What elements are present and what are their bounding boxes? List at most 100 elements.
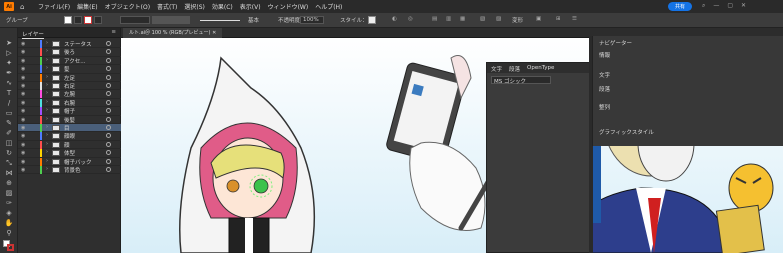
expand-chevron-icon[interactable]: › [46,82,48,88]
menu-window[interactable]: ウィンドウ(W) [268,2,309,11]
globe-icon[interactable]: ◎ [408,16,413,22]
document-tab[interactable]: ルト.ai＠ 100 % (RGB/プレビュー) ✕ [123,28,223,38]
target-circle-icon[interactable] [106,133,111,139]
stroke-swatch[interactable] [84,16,92,24]
layer-row[interactable]: ◉ › 顔眼 [18,132,121,141]
rectangle-tool-icon[interactable]: ▭ [4,110,14,117]
target-circle-icon[interactable] [106,150,111,156]
expand-chevron-icon[interactable]: › [46,116,48,122]
variable-width-field[interactable] [152,16,190,24]
visibility-eye-icon[interactable]: ◉ [21,58,25,64]
layer-row[interactable]: ◉ › 右腕 [18,98,121,108]
visibility-eye-icon[interactable]: ◉ [21,167,25,173]
expand-chevron-icon[interactable]: › [46,40,48,46]
tab-paragraph[interactable]: 段落 [509,65,520,73]
menu-edit[interactable]: 編集(E) [77,2,97,11]
panel-navigator[interactable]: ナビゲーター [599,39,632,47]
expand-chevron-icon[interactable]: › [46,132,48,138]
zoom-tool-icon[interactable]: ⚲ [4,230,14,237]
target-circle-icon[interactable] [106,167,111,172]
menu-effect[interactable]: 効果(C) [212,2,233,11]
eraser-tool-icon[interactable]: ◫ [4,140,14,147]
style-swatch[interactable] [368,16,376,24]
home-icon[interactable]: ⌂ [20,3,30,11]
target-circle-icon[interactable] [106,74,111,80]
layer-row[interactable]: ◉ › 帽子 [18,107,121,116]
layer-row[interactable]: ◉ › 髪 [18,65,121,74]
visibility-eye-icon[interactable]: ◉ [21,91,25,97]
menu-select[interactable]: 選択(S) [184,2,205,11]
expand-chevron-icon[interactable]: › [46,107,48,113]
grid-icon[interactable]: ⊞ [556,16,561,22]
target-circle-icon[interactable] [106,49,111,55]
visibility-eye-icon[interactable]: ◉ [21,49,25,55]
visibility-eye-icon[interactable]: ◉ [21,75,25,81]
panel-align[interactable]: 整列 [599,103,610,111]
layer-row[interactable]: ◉ › 右足 [18,82,121,91]
menu-type[interactable]: 書式(T) [157,2,177,11]
close-icon[interactable]: ✕ [741,2,746,10]
visibility-eye-icon[interactable]: ◉ [21,41,25,47]
layer-row[interactable]: ◉ › 帽子バック [18,157,121,166]
target-circle-icon[interactable] [106,116,111,122]
curvature-tool-icon[interactable]: ∿ [4,80,14,87]
layer-row[interactable]: ◉ › 顔 [18,140,121,150]
expand-chevron-icon[interactable]: › [46,166,48,172]
target-circle-icon[interactable] [106,108,111,114]
width-tool-icon[interactable]: ⋈ [4,170,14,177]
menu-help[interactable]: ヘルプ(H) [315,2,342,11]
expand-chevron-icon[interactable]: › [46,149,48,155]
layer-row[interactable]: ◉ › 左足 [18,73,121,82]
panel-graphic-styles[interactable]: グラフィックスタイル [599,128,654,136]
gradient-tool-icon[interactable]: ▨ [4,190,14,197]
menu-icon[interactable]: ☰ [572,16,577,22]
stroke-color-icon[interactable] [7,244,14,251]
expand-chevron-icon[interactable]: › [46,90,48,96]
opacity-field[interactable]: 100% [300,16,324,24]
recolor-icon[interactable]: ◐ [392,16,397,22]
rotate-tool-icon[interactable]: ↻ [4,150,14,157]
share-button[interactable]: 共有 [668,2,692,11]
target-circle-icon[interactable] [106,41,111,46]
expand-chevron-icon[interactable]: › [46,99,48,105]
minimize-icon[interactable]: — [713,2,719,10]
stroke-dropdown[interactable] [94,16,102,24]
distribute-v-icon[interactable]: ▨ [496,16,501,22]
expand-chevron-icon[interactable]: › [46,158,48,164]
menu-object[interactable]: オブジェクト(O) [105,2,150,11]
panel-paragraph[interactable]: 段落 [599,85,610,93]
visibility-eye-icon[interactable]: ◉ [21,125,25,131]
visibility-eye-icon[interactable]: ◉ [21,108,25,114]
distribute-icon[interactable]: ▧ [480,16,485,22]
stroke-style-label[interactable]: 基本 [248,16,259,24]
target-circle-icon[interactable] [106,91,111,97]
expand-chevron-icon[interactable]: › [46,57,48,63]
shape-builder-icon[interactable]: ⊕ [4,180,14,187]
close-tab-icon[interactable]: ✕ [212,30,216,36]
blend-tool-icon[interactable]: ◈ [4,210,14,217]
expand-chevron-icon[interactable]: › [46,74,48,80]
layer-row[interactable]: ◉ › 背景色 [18,166,121,175]
type-tool-icon[interactable]: T [4,90,14,97]
target-circle-icon[interactable] [106,57,111,63]
visibility-eye-icon[interactable]: ◉ [21,133,25,139]
fill-swatch[interactable] [64,16,72,24]
expand-chevron-icon[interactable]: › [46,124,48,130]
tab-character[interactable]: 文字 [491,65,502,73]
layer-row[interactable]: ◉ › 後髪 [18,115,121,124]
isolate-icon[interactable]: ▣ [536,16,541,22]
layer-row[interactable]: ◉ › 体型 [18,149,121,158]
shaper-tool-icon[interactable]: ✐ [4,130,14,137]
magic-wand-icon[interactable]: ✦ [4,60,14,67]
visibility-eye-icon[interactable]: ◉ [21,100,25,106]
direct-selection-tool-icon[interactable]: ▷ [4,50,14,57]
search-icon[interactable]: ⌕ [702,2,705,10]
visibility-eye-icon[interactable]: ◉ [21,142,25,148]
transform-label[interactable]: 変形 [512,16,523,24]
expand-chevron-icon[interactable]: › [46,65,48,71]
selection-tool-icon[interactable]: ➤ [4,40,14,47]
hand-tool-icon[interactable]: ✋ [4,220,14,227]
maximize-icon[interactable]: ▢ [727,2,733,10]
align-right-icon[interactable]: ▦ [460,16,465,22]
target-circle-icon[interactable] [106,141,111,147]
